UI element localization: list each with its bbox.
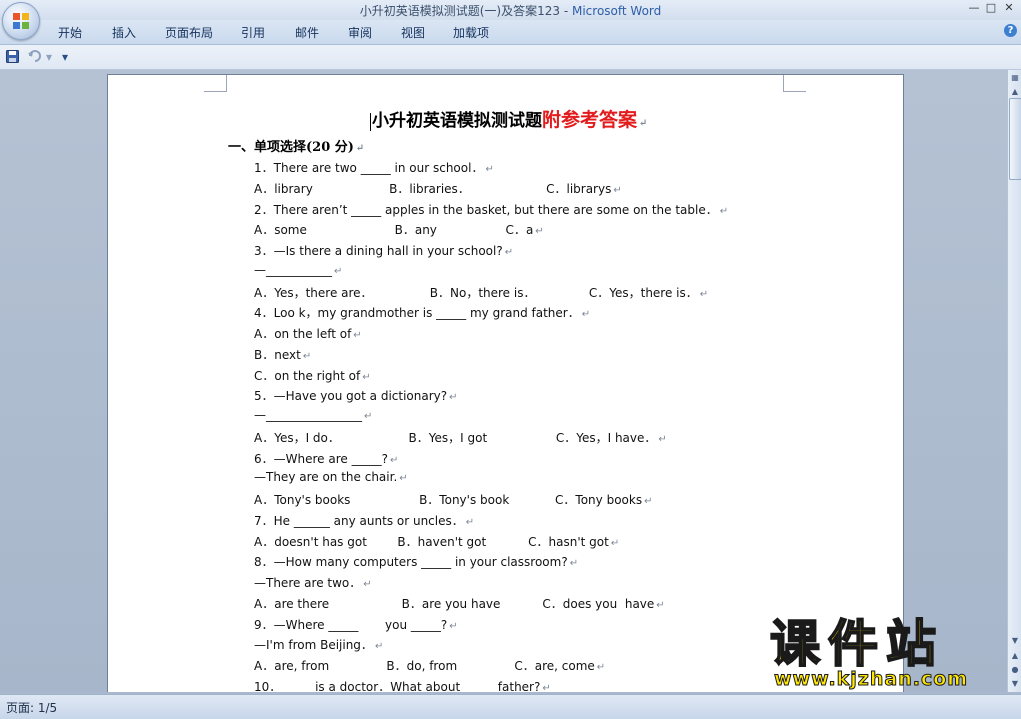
page-counter[interactable]: 页面: 1/5 — [6, 699, 57, 716]
document-line: B．next ↵ — [254, 347, 312, 362]
document-line: C．on the right of ↵ — [254, 368, 371, 383]
document-line: A．are, from B．do, from C．are, come ↵ — [254, 659, 606, 673]
office-logo-icon — [13, 13, 29, 29]
document-line: A．are there B．are you have C．does you ha… — [254, 596, 665, 611]
ruler-toggle-icon[interactable]: ▦ — [1009, 72, 1021, 84]
quick-access-toolbar: ▾ ▾ — [0, 45, 1021, 70]
document-line: 2．There aren’t _____ apples in the baske… — [254, 202, 729, 217]
document-line: A．library B．libraries． C．librarys ↵ — [254, 181, 622, 196]
document-line: 6．—Where are _____? ↵ — [254, 451, 399, 466]
title-bar: 小升初英语模拟测试题(一)及答案123 - Microsoft Word — □… — [0, 0, 1021, 20]
document-line: —They are on the chair. ↵ — [254, 470, 408, 485]
document-line: A．Tony's books B．Tony's book C．Tony book… — [254, 493, 653, 507]
document-line: 8．—How many computers _____ in your clas… — [254, 555, 579, 570]
maximize-button[interactable]: □ — [982, 1, 1000, 14]
document-title: 小升初英语模拟测试题附参考答案 ↵ — [370, 109, 648, 131]
document-line: 10．_____ is a doctor．What about _____ fa… — [254, 679, 551, 692]
help-icon[interactable]: ? — [1004, 24, 1017, 37]
title-answer-note: 附参考答案 — [542, 109, 638, 131]
section-heading: 一、单项选择(20 分) ↵ — [228, 140, 365, 155]
app-name: Microsoft Word — [571, 4, 662, 18]
watermark-logo: 课件站 www.kjzhan.com — [769, 615, 1006, 691]
undo-dropdown-icon[interactable]: ▾ — [46, 50, 52, 64]
customize-toolbar-icon[interactable]: ▾ — [62, 50, 68, 64]
document-line: —I'm from Beijing． ↵ — [254, 638, 384, 653]
ribbon-tabs: 开始 插入 页面布局 引用 邮件 审阅 视图 加载项 ? — [0, 20, 1021, 45]
watermark-url: www.kjzhan.com — [773, 668, 969, 691]
document-line: A．on the left of ↵ — [254, 327, 362, 341]
document-line: A．Yes，there are． B．No，there is． C．Yes，th… — [254, 285, 709, 300]
document-area[interactable]: 小升初英语模拟测试题附参考答案 ↵ 一、单项选择(20 分) ↵ 1．There a… — [0, 70, 1007, 692]
tab-add-ins[interactable]: 加载项 — [453, 24, 489, 41]
scroll-up-icon[interactable]: ▲ — [1009, 86, 1021, 98]
tab-references[interactable]: 引用 — [241, 24, 265, 41]
close-button[interactable]: ✕ — [1000, 1, 1018, 14]
document-line: 1．There are two _____ in our school． ↵ — [254, 161, 494, 175]
document-line: 7．He ______ any aunts or uncles． ↵ — [254, 513, 475, 528]
browse-object-icon[interactable]: ● — [1009, 664, 1021, 676]
document-line: A．some B．any C．a ↵ — [254, 223, 544, 238]
text-cursor — [370, 112, 371, 131]
document-page[interactable]: 小升初英语模拟测试题附参考答案 ↵ 一、单项选择(20 分) ↵ 1．There a… — [107, 74, 904, 692]
document-line: —___________ ↵ — [254, 262, 343, 277]
scroll-thumb[interactable] — [1009, 98, 1021, 180]
document-line: 5．—Have you got a dictionary? ↵ — [254, 389, 458, 404]
tab-insert[interactable]: 插入 — [112, 24, 136, 41]
tab-home[interactable]: 开始 — [58, 24, 82, 41]
save-icon[interactable] — [6, 50, 19, 63]
tab-mailings[interactable]: 邮件 — [295, 24, 319, 41]
document-name: 小升初英语模拟测试题(一)及答案123 — [359, 4, 560, 18]
status-bar: 页面: 1/5 — [0, 694, 1021, 719]
tab-review[interactable]: 审阅 — [348, 24, 372, 41]
office-button[interactable] — [2, 2, 40, 40]
margin-corner-left — [204, 75, 227, 92]
margin-corner-right — [783, 75, 806, 92]
next-page-icon[interactable]: ▼ — [1009, 678, 1021, 690]
tab-view[interactable]: 视图 — [401, 24, 425, 41]
document-line: A．Yes，I do． B．Yes，I got C．Yes，I have． ↵ — [254, 430, 667, 445]
document-line: 4．Loo k，my grandmother is _____ my grand… — [254, 306, 591, 321]
watermark-chinese: 课件站 — [769, 615, 944, 673]
document-line: —There are two． ↵ — [254, 576, 372, 590]
scroll-down-icon[interactable]: ▼ — [1009, 635, 1021, 647]
tab-page-layout[interactable]: 页面布局 — [165, 24, 213, 41]
undo-icon[interactable] — [28, 50, 42, 63]
document-line: 3．—Is there a dining hall in your school… — [254, 244, 514, 258]
document-line: —________________ ↵ — [254, 408, 373, 422]
vertical-scrollbar[interactable]: ▦ ▲ ▼ ▲ ● ▼ — [1007, 70, 1021, 692]
previous-page-icon[interactable]: ▲ — [1009, 650, 1021, 662]
document-line: 9．—Where _____ you _____? ↵ — [254, 617, 458, 632]
window-title: 小升初英语模拟测试题(一)及答案123 - Microsoft Word — [359, 4, 662, 18]
minimize-button[interactable]: — — [965, 1, 983, 14]
document-line: A．doesn't has got B．haven't got C．hasn't… — [254, 534, 620, 549]
